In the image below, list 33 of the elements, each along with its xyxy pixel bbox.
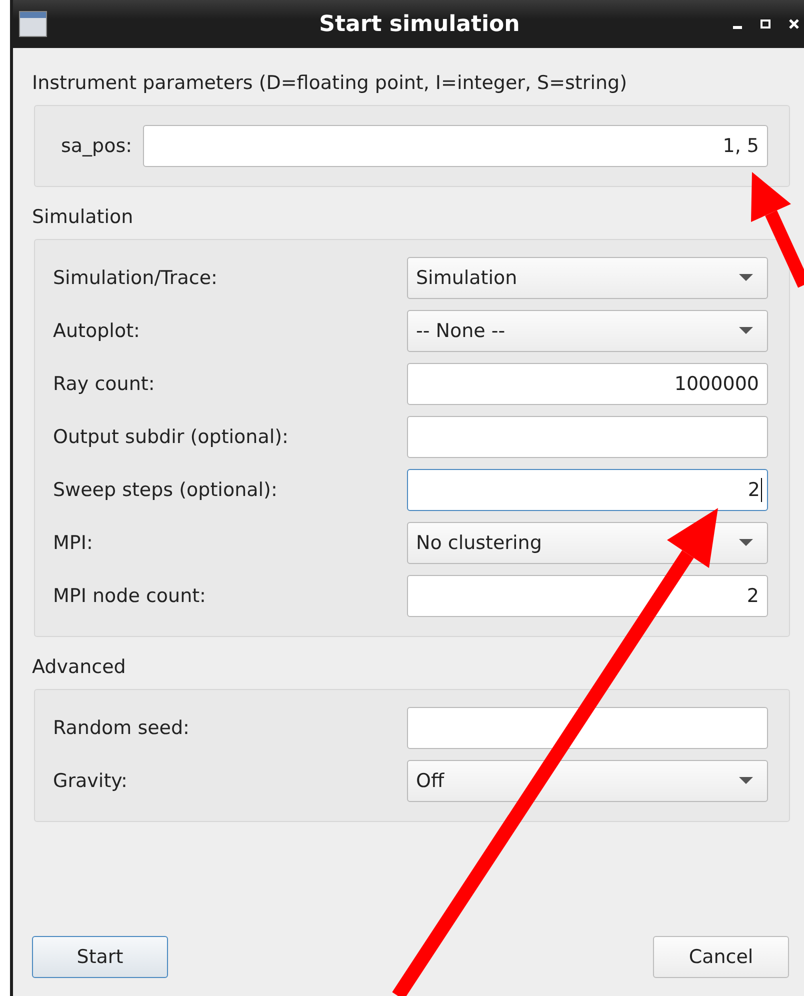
field-label: MPI: bbox=[53, 532, 94, 554]
dropdown[interactable]: -- None -- bbox=[407, 310, 768, 352]
field-label: Sweep steps (optional): bbox=[53, 479, 278, 501]
section-title: Instrument parameters (D=floating point, I=integer, S=string) bbox=[32, 71, 628, 96]
caret-icon[interactable] bbox=[739, 274, 753, 282]
input-field[interactable] bbox=[407, 707, 768, 749]
window-icon[interactable] bbox=[19, 11, 47, 37]
caret-icon[interactable] bbox=[739, 539, 753, 547]
window-title: Start simulation bbox=[318, 12, 521, 36]
input-field[interactable]: 2 bbox=[407, 469, 768, 511]
field-label: Simulation/Trace: bbox=[53, 267, 218, 289]
caret-icon[interactable] bbox=[739, 777, 753, 785]
field-label: Autoplot: bbox=[53, 320, 141, 342]
input-field[interactable]: 1000000 bbox=[407, 363, 768, 405]
section-title: Simulation bbox=[32, 205, 134, 230]
field-label: Gravity: bbox=[53, 770, 128, 792]
input-field[interactable] bbox=[407, 416, 768, 458]
input-field[interactable]: 2 bbox=[407, 575, 768, 617]
section-title: Advanced bbox=[32, 655, 127, 680]
caret-icon[interactable] bbox=[739, 327, 753, 335]
dropdown[interactable]: No clustering bbox=[407, 522, 768, 564]
dropdown[interactable]: Simulation bbox=[407, 257, 768, 299]
button[interactable]: Cancel bbox=[653, 936, 789, 978]
field-label: sa_pos: bbox=[61, 135, 132, 157]
close-icon[interactable] bbox=[788, 18, 800, 30]
field-label: Output subdir (optional): bbox=[53, 426, 290, 448]
field-label: Ray count: bbox=[53, 373, 156, 395]
dropdown[interactable]: Off bbox=[407, 760, 768, 802]
button[interactable]: Start bbox=[32, 936, 168, 978]
field-label: MPI node count: bbox=[53, 585, 207, 607]
field-label: Random seed: bbox=[53, 717, 190, 739]
input-field[interactable]: 1, 5 bbox=[143, 125, 768, 167]
maximize-icon[interactable] bbox=[760, 18, 772, 30]
